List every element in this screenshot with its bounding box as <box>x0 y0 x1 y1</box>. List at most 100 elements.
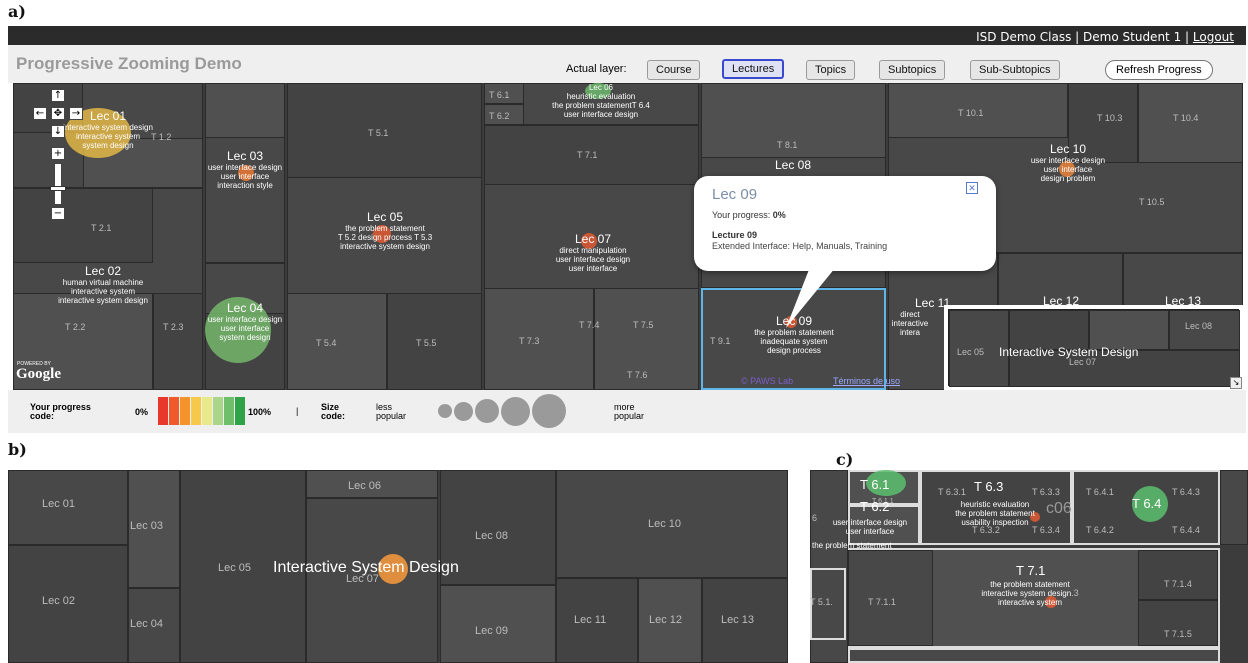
lec07-keyword: user interface design <box>555 255 631 264</box>
c-t51: T 5.1. <box>810 597 833 607</box>
popup-progress-label: Your progress: <box>712 210 771 220</box>
c-t71-keywords: the problem statement interactive system… <box>970 580 1090 607</box>
pan-left-button[interactable]: ← <box>33 107 47 120</box>
lec07-title: Lec 07 <box>574 232 612 246</box>
c-keyword: user interface design <box>832 518 908 527</box>
zoom-in-button[interactable]: + <box>51 147 65 160</box>
c-six: 6 <box>812 513 818 523</box>
lec10-keyword: user interface <box>1043 165 1093 174</box>
topic-tile[interactable] <box>13 188 153 263</box>
overview-title: Interactive System Design <box>999 345 1139 359</box>
expand-overview-icon[interactable]: ↘ <box>1230 377 1242 389</box>
topic-label: T 2.2 <box>65 322 86 332</box>
lec02-title: Lec 02 <box>84 264 122 278</box>
topic-label: T 6.1 <box>489 90 510 100</box>
topic-label: T 10.4 <box>1173 113 1199 123</box>
lec11-keyword: interactive <box>891 319 929 328</box>
lec11-keyword: direct <box>900 310 920 319</box>
topic-label: T 7.5 <box>633 320 654 330</box>
topic-label: T 7.3 <box>519 336 540 346</box>
size-less-label: less popular <box>376 402 407 421</box>
layer-button-topics[interactable]: Topics <box>806 60 856 80</box>
overview-map[interactable]: Lec 05 Lec 07 Lec 08 Interactive System … <box>944 305 1243 390</box>
layer-button-subsubtopics[interactable]: Sub-Subtopics <box>970 60 1060 80</box>
lec08-label: Lec 08 <box>743 159 843 172</box>
topic-tile[interactable] <box>848 648 1220 663</box>
c-t631: T 6.3.1 <box>938 487 966 497</box>
lec07-keyword: user interface <box>568 264 618 273</box>
legend-separator: | <box>296 406 299 416</box>
lec10-label: Lec 10 user interface design user interf… <box>1008 143 1128 184</box>
lec10-keyword: user interface design <box>1030 156 1106 165</box>
progress-swatch <box>169 397 179 425</box>
topic-label: T 5.5 <box>416 338 437 348</box>
topic-label: T 2.3 <box>163 322 184 332</box>
b-lec06: Lec 06 <box>348 480 382 492</box>
subtopic-tile[interactable] <box>1138 550 1218 600</box>
lec04-keyword: user interface design <box>207 315 283 324</box>
class-name: ISD Demo Class <box>976 30 1072 44</box>
pawslab-link[interactable]: © PAWS Lab <box>741 376 793 386</box>
treemap-lectures[interactable]: Lec 01 interactive system design interac… <box>13 83 1243 390</box>
topic-tile[interactable] <box>205 83 285 138</box>
b-lec13: Lec 13 <box>721 614 755 626</box>
b-lec12: Lec 12 <box>649 614 683 626</box>
size-more-label: more popular <box>614 402 645 421</box>
lec06-title: Lec 06 <box>588 83 614 92</box>
panel-label-a: a) <box>8 2 26 21</box>
treemap-overview-b[interactable]: Lec 01 Lec 02 Lec 03 Lec 04 Lec 05 Lec 0… <box>8 470 788 663</box>
layer-button-lectures[interactable]: Lectures <box>722 59 785 79</box>
pan-center-button[interactable]: ✥ <box>51 107 65 120</box>
overview-tile <box>1009 310 1089 350</box>
subtopic-tile[interactable] <box>1138 600 1218 646</box>
close-icon[interactable]: ✕ <box>966 182 978 194</box>
size-circle <box>501 396 530 426</box>
popup-tail-shape <box>786 262 840 328</box>
lecture-tile-09[interactable] <box>440 585 556 663</box>
logout-link[interactable]: Logout <box>1193 30 1234 44</box>
topic-label: T 7.1 <box>577 150 598 160</box>
treemap-zoomed-c[interactable]: T 6.1 T 6.1.1 T 6.2 T 6.3 T 6.3.1 T 6.3.… <box>810 470 1248 663</box>
pan-right-button[interactable]: → <box>69 107 83 120</box>
progress-swatch <box>158 397 168 425</box>
zoom-slider-handle[interactable] <box>50 186 66 191</box>
popup-lecture: Lecture 09 <box>712 230 758 240</box>
student-name: Demo Student 1 <box>1083 30 1182 44</box>
progress-swatch <box>180 397 190 425</box>
zoom-slider[interactable] <box>50 163 66 205</box>
topic-label: T 5.4 <box>316 338 337 348</box>
pan-down-button[interactable]: ↓ <box>51 125 65 138</box>
c-t63-keywords: heuristic evaluation the problem stateme… <box>940 500 1050 527</box>
lec04-label: Lec 04 user interface design user interf… <box>185 302 305 343</box>
progress-zero-label: 0% <box>135 407 149 417</box>
app-title: Progressive Zooming Demo <box>16 54 242 73</box>
layer-label: Actual layer: <box>566 63 627 75</box>
topic-label: .3 <box>1071 588 1079 598</box>
topic-label: T 5.1 <box>368 128 389 138</box>
size-circle-scale <box>438 394 566 428</box>
lec03-keyword: interaction style <box>217 181 273 190</box>
overview-treemap[interactable]: Lec 05 Lec 07 Lec 08 Interactive System … <box>948 309 1240 387</box>
overview-lec05: Lec 05 <box>957 347 985 357</box>
zoom-out-button[interactable]: − <box>51 207 65 220</box>
refresh-progress-button[interactable]: Refresh Progress <box>1105 60 1213 80</box>
layer-button-course[interactable]: Course <box>647 60 701 80</box>
topic-tile[interactable] <box>1220 470 1248 545</box>
pan-up-button[interactable]: ↑ <box>51 89 65 102</box>
progress-swatch <box>213 397 223 425</box>
lec02-label: Lec 02 human virtual machine interactive… <box>18 264 188 306</box>
lec04-keyword: system design <box>219 333 271 342</box>
b-lec05: Lec 05 <box>218 562 252 574</box>
lec09-keyword: design process <box>767 346 821 355</box>
progress-color-scale <box>158 397 246 425</box>
b-lec02: Lec 02 <box>42 595 76 607</box>
size-circle <box>454 401 473 421</box>
topic-label: T 10.3 <box>1097 113 1123 123</box>
topic-tile[interactable] <box>1138 83 1243 163</box>
topic-label: T 10.5 <box>1139 197 1165 207</box>
google-logo[interactable]: Google <box>16 366 61 383</box>
layer-button-subtopics[interactable]: Subtopics <box>879 60 946 80</box>
separator: | <box>1075 30 1080 44</box>
terms-link[interactable]: Términos de uso <box>833 376 900 386</box>
topic-label: T 1.2 <box>151 132 172 142</box>
